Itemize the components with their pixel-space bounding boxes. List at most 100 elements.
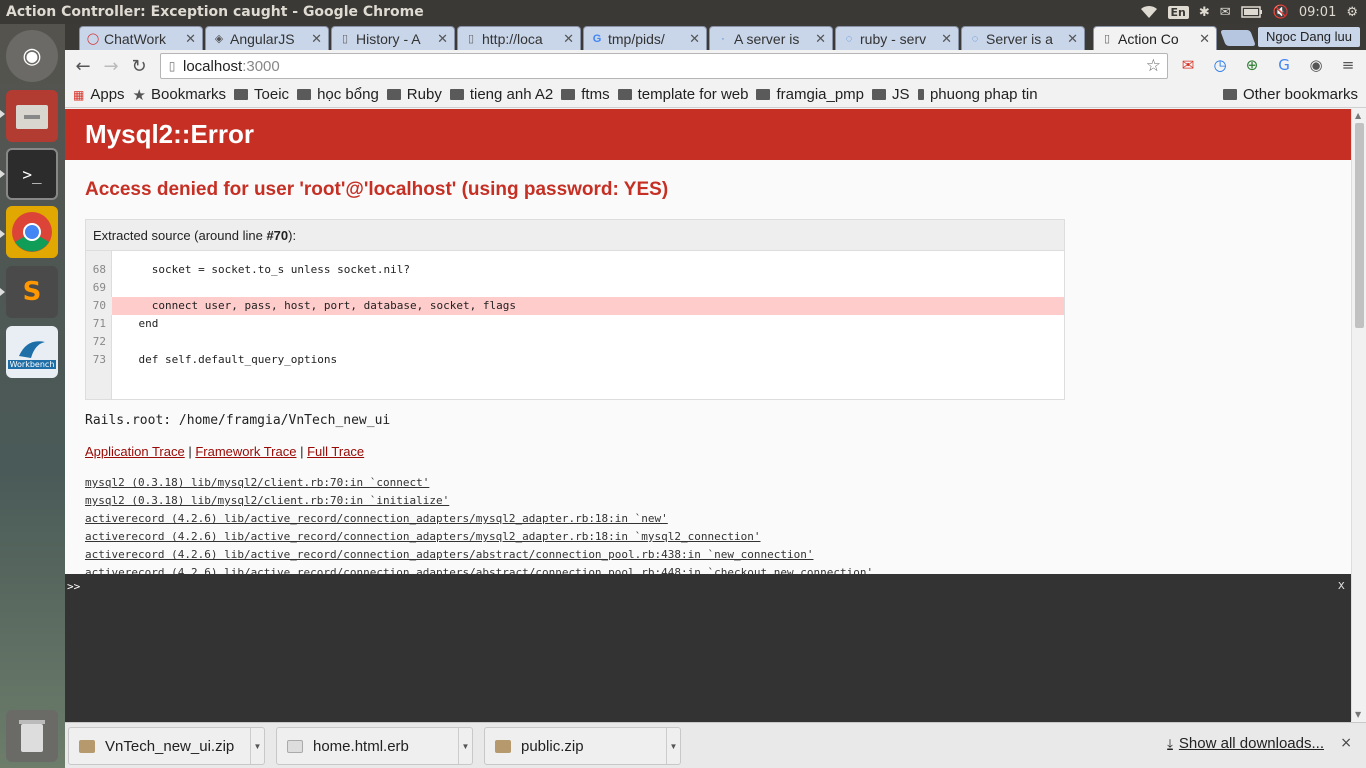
download-item[interactable]: home.html.erb ▼ xyxy=(276,727,473,765)
tab-angularjs[interactable]: ◈ AngularJS ✕ xyxy=(205,26,329,50)
bookmark-folder-toeic[interactable]: Toeic xyxy=(234,86,289,103)
tab-ruby-server[interactable]: ◌ ruby - serv ✕ xyxy=(835,26,959,50)
mail-icon[interactable]: ✉ xyxy=(1220,5,1231,20)
bookmark-folder-template[interactable]: template for web xyxy=(617,86,748,103)
tab-a-server-is[interactable]: · A server is ✕ xyxy=(709,26,833,50)
scrollbar-thumb[interactable] xyxy=(1355,123,1364,328)
chat-extension-icon[interactable]: ◉ xyxy=(1305,54,1327,76)
bookmark-other[interactable]: Other bookmarks xyxy=(1222,86,1358,103)
tab-chatwork[interactable]: ◯ ChatWork ✕ xyxy=(79,26,203,50)
download-item[interactable]: public.zip ▼ xyxy=(484,727,681,765)
bookmark-star-icon[interactable]: ☆ xyxy=(1146,56,1161,76)
files-icon[interactable] xyxy=(6,90,58,142)
clock[interactable]: 09:01 xyxy=(1299,5,1336,20)
trace-item[interactable]: activerecord (4.2.6) lib/active_record/c… xyxy=(85,564,873,574)
bookmark-folder-ftms[interactable]: ftms xyxy=(561,86,610,103)
full-trace-link[interactable]: Full Trace xyxy=(307,444,364,459)
show-all-downloads-link[interactable]: ⤓ Show all downloads... xyxy=(1167,735,1324,752)
volume-muted-icon[interactable]: 🔇 xyxy=(1273,5,1289,20)
folder-icon xyxy=(297,89,312,100)
trace-item[interactable]: mysql2 (0.3.18) lib/mysql2/client.rb:70:… xyxy=(85,492,873,510)
scroll-down-icon[interactable]: ▼ xyxy=(1355,710,1361,719)
loading-icon: ◌ xyxy=(971,32,979,45)
bookmark-folder-js[interactable]: JS xyxy=(872,86,910,103)
chrome-icon[interactable] xyxy=(6,206,58,258)
bookmark-folder-tieng-anh[interactable]: tieng anh A2 xyxy=(449,86,553,103)
trace-item[interactable]: activerecord (4.2.6) lib/active_record/c… xyxy=(85,528,873,546)
forward-icon[interactable]: → xyxy=(97,56,125,77)
bookmark-folder-ruby[interactable]: Ruby xyxy=(386,86,442,103)
download-item[interactable]: VnTech_new_ui.zip ▼ xyxy=(68,727,265,765)
folder-icon xyxy=(234,89,249,100)
tab-action-controller[interactable]: ▯ Action Co ✕ xyxy=(1093,26,1217,50)
url-host: localhost xyxy=(183,57,243,75)
google-translate-icon[interactable]: G xyxy=(1273,54,1295,76)
framework-trace-link[interactable]: Framework Trace xyxy=(195,444,296,459)
timer-extension-icon[interactable]: ◷ xyxy=(1209,54,1231,76)
close-tab-icon[interactable]: ✕ xyxy=(689,31,700,47)
running-indicator xyxy=(0,230,5,238)
downloads-bar: VnTech_new_ui.zip ▼ home.html.erb ▼ publ… xyxy=(65,722,1366,768)
trash-icon[interactable] xyxy=(6,710,58,762)
chrome-menu-icon[interactable]: ≡ xyxy=(1337,54,1359,76)
tab-http-localhost[interactable]: ▯ http://loca ✕ xyxy=(457,26,581,50)
trace-item[interactable]: activerecord (4.2.6) lib/active_record/c… xyxy=(85,510,873,528)
bookmark-folder-hoc-bong[interactable]: học bổng xyxy=(297,86,379,103)
folder-icon xyxy=(917,89,924,100)
web-console[interactable]: >> x xyxy=(65,574,1351,722)
close-tab-icon[interactable]: ✕ xyxy=(185,31,196,47)
close-tab-icon[interactable]: ✕ xyxy=(1199,31,1210,47)
tab-history[interactable]: ▯ History - A ✕ xyxy=(331,26,455,50)
terminal-icon[interactable]: >_ xyxy=(6,148,58,200)
close-tab-icon[interactable]: ✕ xyxy=(1067,31,1078,47)
close-tab-icon[interactable]: ✕ xyxy=(311,31,322,47)
keyboard-layout-indicator[interactable]: En xyxy=(1167,5,1189,19)
console-close-button[interactable]: x xyxy=(1338,578,1345,592)
new-extension-icon[interactable]: ⊕ xyxy=(1241,54,1263,76)
loading-icon: ◌ xyxy=(845,32,853,45)
trace-item[interactable]: activerecord (4.2.6) lib/active_record/c… xyxy=(85,546,873,564)
tab-server-is-already[interactable]: ◌ Server is a ✕ xyxy=(961,26,1085,50)
back-icon[interactable]: ← xyxy=(69,56,97,77)
close-downloads-bar-button[interactable]: × xyxy=(1340,735,1352,751)
settings-gear-icon[interactable]: ⚙ xyxy=(1346,5,1358,20)
page-info-icon[interactable]: ▯ xyxy=(161,59,183,73)
chevron-down-icon[interactable]: ▼ xyxy=(250,728,264,764)
bookmark-folder-phuong-phap[interactable]: phuong phap tin xyxy=(917,86,1038,103)
new-tab-button[interactable] xyxy=(1220,30,1256,46)
code-line: 71 end xyxy=(92,317,159,330)
mysql-workbench-icon[interactable]: Workbench xyxy=(6,326,58,378)
chevron-down-icon[interactable]: ▼ xyxy=(458,728,472,764)
error-title: Mysql2::Error xyxy=(65,109,1351,160)
address-bar[interactable]: ▯ localhost :3000 ☆ xyxy=(160,53,1168,79)
bluetooth-icon[interactable]: ✱ xyxy=(1199,5,1210,20)
reload-icon[interactable]: ↻ xyxy=(125,56,153,77)
close-tab-icon[interactable]: ✕ xyxy=(815,31,826,47)
bookmark-apps[interactable]: ▦ Apps xyxy=(73,86,125,103)
trace-item[interactable]: mysql2 (0.3.18) lib/mysql2/client.rb:70:… xyxy=(85,474,873,492)
close-tab-icon[interactable]: ✕ xyxy=(437,31,448,47)
folder-icon xyxy=(386,89,401,100)
close-tab-icon[interactable]: ✕ xyxy=(563,31,574,47)
folder-icon xyxy=(872,89,887,100)
gmail-icon[interactable]: ✉ xyxy=(1177,54,1199,76)
tab-tmp-pids[interactable]: G tmp/pids/ ✕ xyxy=(583,26,707,50)
application-trace-link[interactable]: Application Trace xyxy=(85,444,185,459)
google-icon: G xyxy=(592,32,602,45)
folder-icon xyxy=(617,89,632,100)
bookmark-folder-framgia-pmp[interactable]: framgia_pmp xyxy=(756,86,864,103)
scroll-up-icon[interactable]: ▲ xyxy=(1355,111,1361,120)
page-scrollbar[interactable]: ▲ ▼ xyxy=(1351,109,1366,721)
close-tab-icon[interactable]: ✕ xyxy=(941,31,952,47)
sublime-text-icon[interactable]: S xyxy=(6,266,58,318)
page-icon: ▯ xyxy=(341,33,349,45)
battery-icon[interactable] xyxy=(1240,6,1263,18)
document-icon xyxy=(287,739,303,753)
code-line-highlighted: 70 connect user, pass, host, port, datab… xyxy=(86,297,1064,315)
bookmark-bookmarks[interactable]: ★ Bookmarks xyxy=(133,86,226,104)
ubuntu-home-icon[interactable]: ◉ xyxy=(6,30,58,82)
wifi-icon[interactable] xyxy=(1140,5,1158,19)
star-icon: ★ xyxy=(132,86,146,104)
profile-button[interactable]: Ngoc Dang luu xyxy=(1258,27,1360,47)
chevron-down-icon[interactable]: ▼ xyxy=(666,728,680,764)
